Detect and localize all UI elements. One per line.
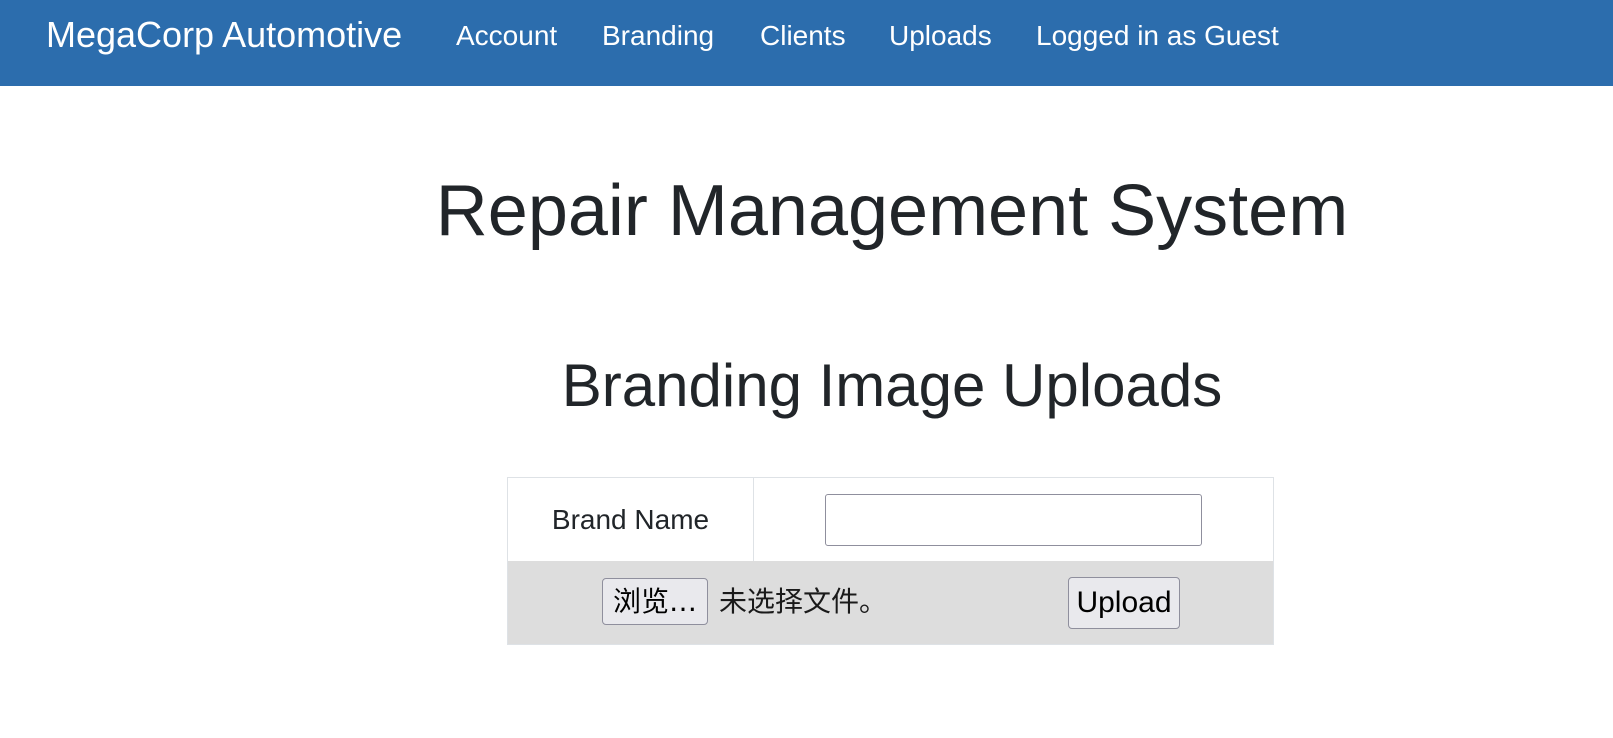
nav-link-account[interactable]: Account <box>456 19 557 53</box>
top-navbar: MegaCorp Automotive Account Branding Cli… <box>0 0 1613 86</box>
brand-name-input[interactable] <box>825 494 1202 546</box>
browse-file-button[interactable]: 浏览… <box>602 578 708 625</box>
column-divider <box>753 478 754 561</box>
file-status-text: 未选择文件。 <box>719 585 888 618</box>
file-upload-row: 浏览… 未选择文件。 Upload <box>508 561 1273 644</box>
nav-link-uploads[interactable]: Uploads <box>889 19 992 53</box>
nav-link-branding[interactable]: Branding <box>602 19 714 53</box>
nav-link-clients[interactable]: Clients <box>760 19 846 53</box>
nav-link-user-status[interactable]: Logged in as Guest <box>1036 19 1279 53</box>
page-title: Repair Management System <box>435 171 1349 251</box>
branding-upload-form: Brand Name 浏览… 未选择文件。 Upload <box>507 477 1274 645</box>
upload-button[interactable]: Upload <box>1068 577 1180 629</box>
brand-name-label: Brand Name <box>551 504 710 535</box>
brand-name-row: Brand Name <box>508 478 1273 561</box>
section-title: Branding Image Uploads <box>561 352 1223 419</box>
brand-link[interactable]: MegaCorp Automotive <box>46 13 402 57</box>
